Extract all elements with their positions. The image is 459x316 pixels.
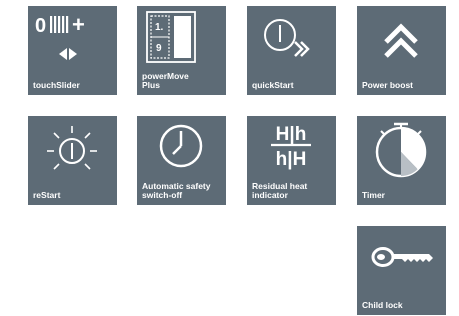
power-boost-icon <box>357 6 446 68</box>
touchslider-icon: 0 + <box>28 6 117 68</box>
restart-icon <box>28 116 117 178</box>
quickstart-tile[interactable]: quickStart <box>247 6 336 95</box>
automatic-safety-switch-off-label: Automatic safety switch-off <box>142 181 211 200</box>
svg-text:+: + <box>72 12 85 37</box>
residual-heat-symbol-bottom: h|H <box>276 149 307 170</box>
touchslider-label: touchSlider <box>33 80 80 90</box>
child-lock-label: Child lock <box>362 300 403 310</box>
child-lock-tile[interactable]: Child lock <box>357 226 446 315</box>
residual-heat-indicator-tile[interactable]: H|h h|H Residual heat indicator <box>247 116 336 205</box>
quickstart-label: quickStart <box>252 80 294 90</box>
timer-icon <box>357 116 446 178</box>
powermove-plus-tile[interactable]: 1. 9 powerMove Plus <box>137 6 226 95</box>
automatic-safety-switch-off-tile[interactable]: Automatic safety switch-off <box>137 116 226 205</box>
automatic-safety-switch-off-icon <box>137 116 226 178</box>
svg-text:0: 0 <box>35 15 46 37</box>
restart-tile[interactable]: reStart <box>28 116 117 205</box>
powermove-zone-bottom: 9 <box>156 43 162 54</box>
timer-label: Timer <box>362 190 385 200</box>
power-boost-label: Power boost <box>362 80 414 90</box>
residual-heat-indicator-label: Residual heat indicator <box>252 181 308 200</box>
residual-heat-indicator-icon: H|h h|H <box>247 116 336 178</box>
touchslider-tile[interactable]: 0 + touchSlider <box>28 6 117 95</box>
powermove-zone-top: 1. <box>155 22 164 33</box>
residual-heat-symbol-top: H|h <box>276 124 307 145</box>
child-lock-icon <box>357 226 446 288</box>
powermove-plus-icon: 1. 9 <box>137 6 226 68</box>
quickstart-icon <box>247 6 336 68</box>
timer-tile[interactable]: Timer <box>357 116 446 205</box>
power-boost-tile[interactable]: Power boost <box>357 6 446 95</box>
restart-label: reStart <box>33 190 61 200</box>
powermove-plus-label: powerMove Plus <box>142 71 189 90</box>
